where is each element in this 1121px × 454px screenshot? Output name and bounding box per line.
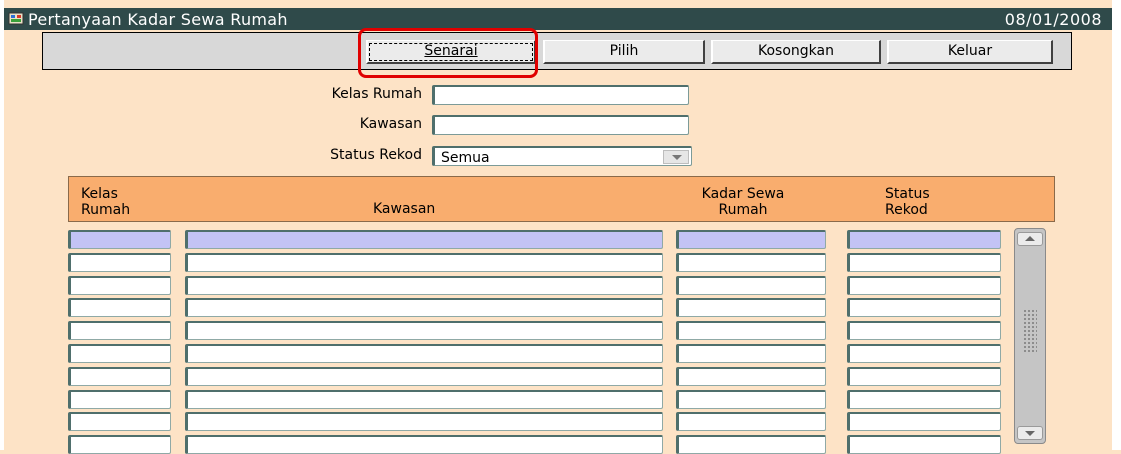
scroll-up-icon[interactable] — [1017, 232, 1043, 246]
cell-status-rekod[interactable] — [847, 230, 1001, 249]
cell-kadar-sewa-rumah[interactable] — [676, 230, 826, 249]
cell-kawasan[interactable] — [185, 321, 663, 340]
app-icon — [8, 12, 24, 25]
window-edge-right — [1112, 0, 1121, 450]
chevron-down-icon[interactable] — [663, 150, 689, 164]
cell-status-rekod[interactable] — [847, 367, 1001, 386]
header-status-line2: Rekod — [885, 202, 928, 218]
cell-kelas-rumah[interactable] — [68, 321, 171, 340]
cell-kelas-rumah[interactable] — [68, 344, 171, 363]
header-status-rekod: Status Rekod — [885, 186, 930, 218]
scroll-grip[interactable] — [1023, 309, 1037, 353]
cell-kawasan[interactable] — [185, 253, 663, 272]
window-edge-left — [0, 0, 4, 450]
cell-kelas-rumah[interactable] — [68, 298, 171, 317]
cell-kadar-sewa-rumah[interactable] — [676, 367, 826, 386]
cell-status-rekod[interactable] — [847, 298, 1001, 317]
kawasan-label: Kawasan — [359, 116, 422, 132]
kosongkan-button[interactable]: Kosongkan — [711, 40, 881, 64]
keluar-button[interactable]: Keluar — [887, 40, 1053, 64]
window-title: Pertanyaan Kadar Sewa Rumah — [28, 10, 288, 29]
header-kadar-line2: Rumah — [718, 202, 768, 218]
cell-kadar-sewa-rumah[interactable] — [676, 344, 826, 363]
pilih-button[interactable]: Pilih — [543, 40, 705, 64]
cell-status-rekod[interactable] — [847, 435, 1001, 454]
senarai-button[interactable]: Senarai — [366, 40, 536, 64]
cell-kadar-sewa-rumah[interactable] — [676, 276, 826, 295]
status-rekod-label: Status Rekod — [330, 147, 422, 163]
window-date: 08/01/2008 — [1004, 10, 1102, 29]
header-kelas-rumah-line2: Rumah — [81, 202, 131, 218]
cell-kelas-rumah[interactable] — [68, 276, 171, 295]
window-titlebar: Pertanyaan Kadar Sewa Rumah 08/01/2008 — [4, 8, 1112, 30]
cell-kadar-sewa-rumah[interactable] — [676, 412, 826, 431]
header-kelas-rumah: Kelas Rumah — [81, 186, 130, 218]
cell-status-rekod[interactable] — [847, 344, 1001, 363]
cell-kawasan[interactable] — [185, 230, 663, 249]
header-status-line1: Status — [885, 186, 930, 202]
status-rekod-select[interactable]: Semua — [432, 146, 692, 166]
cell-kawasan[interactable] — [185, 344, 663, 363]
header-kawasan: Kawasan — [373, 201, 436, 217]
cell-kadar-sewa-rumah[interactable] — [676, 253, 826, 272]
kelas-rumah-field[interactable] — [432, 85, 689, 105]
kelas-rumah-label: Kelas Rumah — [331, 86, 422, 102]
cell-kelas-rumah[interactable] — [68, 367, 171, 386]
kawasan-field[interactable] — [432, 115, 689, 135]
cell-kelas-rumah[interactable] — [68, 390, 171, 409]
toolbar: Senarai Pilih Kosongkan Keluar — [42, 32, 1072, 70]
senarai-label: Senarai — [424, 43, 478, 59]
cell-kawasan[interactable] — [185, 298, 663, 317]
cell-kelas-rumah[interactable] — [68, 412, 171, 431]
cell-kadar-sewa-rumah[interactable] — [676, 298, 826, 317]
cell-kawasan[interactable] — [185, 390, 663, 409]
cell-kelas-rumah[interactable] — [68, 230, 171, 249]
cell-status-rekod[interactable] — [847, 276, 1001, 295]
cell-kawasan[interactable] — [185, 412, 663, 431]
cell-kadar-sewa-rumah[interactable] — [676, 321, 826, 340]
scroll-down-icon[interactable] — [1017, 426, 1043, 440]
cell-status-rekod[interactable] — [847, 321, 1001, 340]
cell-kawasan[interactable] — [185, 435, 663, 454]
grid-header: Kelas Rumah Kawasan Kadar Sewa Rumah Sta… — [68, 176, 1055, 222]
cell-kawasan[interactable] — [185, 276, 663, 295]
cell-kelas-rumah[interactable] — [68, 435, 171, 454]
header-kelas-rumah-line1: Kelas — [81, 186, 118, 202]
status-rekod-value: Semua — [441, 150, 490, 166]
cell-status-rekod[interactable] — [847, 390, 1001, 409]
cell-kadar-sewa-rumah[interactable] — [676, 435, 826, 454]
header-kadar-sewa-rumah: Kadar Sewa Rumah — [681, 186, 805, 218]
cell-kelas-rumah[interactable] — [68, 253, 171, 272]
cell-status-rekod[interactable] — [847, 412, 1001, 431]
scrollbar[interactable] — [1014, 228, 1046, 444]
cell-kadar-sewa-rumah[interactable] — [676, 390, 826, 409]
cell-status-rekod[interactable] — [847, 253, 1001, 272]
header-kadar-line1: Kadar Sewa — [701, 186, 785, 202]
cell-kawasan[interactable] — [185, 367, 663, 386]
